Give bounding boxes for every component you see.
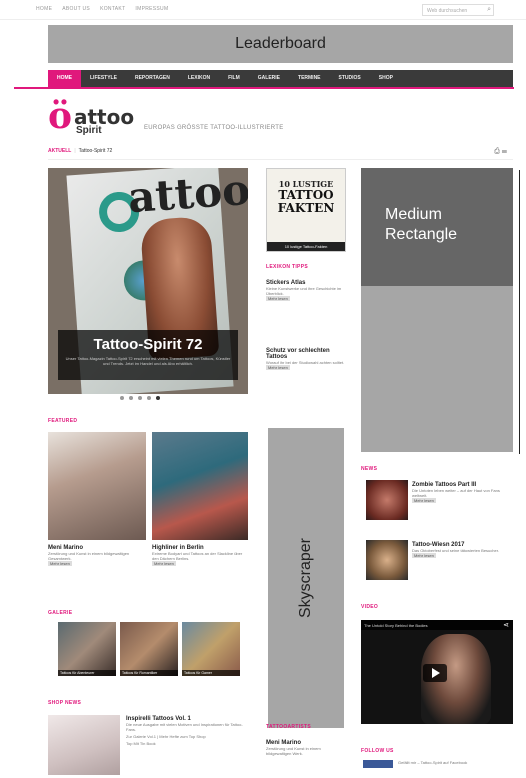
fun-facts-word2: FAKTEN — [277, 201, 335, 215]
nav-item-shop[interactable]: SHOP — [370, 70, 402, 87]
facebook-like-button[interactable] — [363, 760, 393, 768]
card-image-highliner[interactable] — [152, 432, 248, 540]
share-icon[interactable]: ⋖ — [503, 621, 509, 629]
slide-title[interactable]: Tattoo-Spirit 72 — [58, 336, 238, 353]
logo-mark: ö — [48, 95, 73, 137]
slider-dots — [120, 396, 160, 400]
read-more-button[interactable]: Mehr lesen — [48, 561, 146, 566]
video-player[interactable]: The Untold Story Behind the Bodies ⋖ — [361, 620, 513, 724]
video-title[interactable]: The Untold Story Behind the Bodies — [364, 623, 428, 628]
section-title-shop: SHOP NEWS — [48, 700, 82, 706]
top-links: HOME ABOUT US KONTAKT IMPRESSUM — [36, 6, 168, 12]
gallery-thumb[interactable]: Tattoos für Abenteurer — [58, 622, 116, 676]
site-tagline: EUROPAS GRÖSSTE TATTOO-ILLUSTRIERTE — [144, 125, 284, 131]
search-placeholder: Web durchsuchen — [427, 8, 468, 14]
top-link-imprint[interactable]: IMPRESSUM — [135, 6, 168, 12]
read-more-button[interactable]: Mehr lesen — [412, 498, 512, 503]
shop-link-extra[interactable]: Top Mit Tin Book — [126, 741, 246, 746]
nav-item-studios[interactable]: STUDIOS — [330, 70, 370, 87]
slider-dot[interactable] — [120, 396, 124, 400]
logo-sub: Spirit — [76, 125, 102, 136]
top-link-contact[interactable]: KONTAKT — [100, 6, 125, 12]
featured-slider[interactable]: attoo Tattoo-Spirit 72 Unser Tattoo-Maga… — [48, 168, 248, 394]
slider-dot[interactable] — [138, 396, 142, 400]
shop-links[interactable]: Zur Galerie Vol.1 | Mehr Hefte zum Top S… — [126, 734, 246, 739]
shop-desc: Die neue Ausgabe mit vielen Motiven und … — [126, 722, 243, 732]
leaderboard-ad[interactable]: Leaderboard — [48, 25, 513, 63]
read-more-button[interactable]: Mehr lesen — [152, 561, 248, 566]
card-desc: Zerstörung und Kunst in einem bildgewalt… — [48, 551, 130, 561]
news-thumb-wiesn[interactable] — [366, 540, 408, 580]
card-desc: Extreme Bodyart und Tattoos an der Slack… — [152, 551, 243, 561]
gallery-thumb[interactable]: Tattoos für Romantiker — [120, 622, 178, 676]
nav-accent-line — [14, 87, 514, 89]
gallery-thumb-label: Tattoos für Romantiker — [120, 670, 178, 676]
news-desc: Die Untoten leben weiter – auf der Haut … — [412, 488, 500, 498]
slide-description: Unser Tattoo-Magazin Tattoo-Spirit 72 er… — [65, 356, 231, 366]
news-thumb-zombie[interactable] — [366, 480, 408, 520]
video-title-bar: The Untold Story Behind the Bodies ⋖ — [361, 620, 513, 630]
search-icon[interactable]: ⌕ — [487, 6, 491, 14]
article-desc: Kleine Kunstwerke und ihre Geschichte im… — [266, 286, 342, 296]
section-title-featured: FEATURED — [48, 418, 78, 424]
site-logo[interactable]: ö attoo Spirit — [48, 95, 158, 137]
cover-title: attoo — [126, 168, 248, 223]
read-more-button[interactable]: Mehr lesen — [412, 553, 512, 558]
section-title-video: VIDEO — [361, 604, 379, 610]
print-icon[interactable]: ⎙ — [494, 148, 500, 155]
read-more-button[interactable]: Mehr lesen — [266, 365, 346, 370]
gallery-thumb-label: Tattoos für Abenteurer — [58, 670, 116, 676]
section-title-gallery: GALERIE — [48, 610, 73, 616]
skyscraper-label: Skyscraper — [297, 537, 314, 619]
shop-book-image[interactable] — [48, 715, 120, 775]
slider-dot[interactable] — [147, 396, 151, 400]
section-title-news: NEWS — [361, 466, 378, 472]
slider-dot-active[interactable] — [156, 396, 160, 400]
nav-item-lexikon[interactable]: LEXIKON — [179, 70, 219, 87]
read-more-button[interactable]: Mehr lesen — [266, 296, 346, 301]
section-title-lexikon: LEXIKON TIPPS — [266, 264, 308, 270]
play-icon[interactable] — [423, 664, 447, 682]
gallery-thumb-label: Tattoos für Gamer — [182, 670, 240, 676]
nav-item-reportagen[interactable]: REPORTAGEN — [126, 70, 179, 87]
top-link-about[interactable]: ABOUT US — [62, 6, 90, 12]
top-link-home[interactable]: HOME — [36, 6, 52, 12]
medium-rectangle-label: Medium Rectangle — [385, 206, 458, 243]
gallery-thumb[interactable]: Tattoos für Gamer — [182, 622, 240, 676]
skyscraper-ad[interactable]: Skyscraper — [268, 428, 344, 728]
leaderboard-label: Leaderboard — [235, 35, 326, 52]
main-nav: HOME LIFESTYLE REPORTAGEN LEXIKON FILM G… — [48, 70, 513, 87]
breadcrumb: AKTUELL | Tattoo-Spirit 72 ⎙ ☰ — [48, 148, 513, 160]
follow-text: Gefällt mir – Tattoo-Spirit auf Facebook — [398, 760, 468, 765]
rss-icon[interactable]: ☰ — [502, 148, 507, 155]
section-title-artists: TATTOOARTISTS — [266, 724, 312, 730]
nav-item-termine[interactable]: TERMINE — [289, 70, 330, 87]
breadcrumb-separator: | — [74, 148, 76, 154]
card-image-meni-marino[interactable] — [48, 432, 146, 540]
fun-facts-caption: 10 lustige Tattoo-Fakten — [267, 242, 345, 251]
article-desc: Zerstörung und Kunst in einem bildgewalt… — [266, 746, 321, 756]
fun-facts-ad[interactable]: 10 LUSTIGE TATTOO FAKTEN 10 lustige Tatt… — [266, 168, 346, 252]
nav-item-film[interactable]: FILM — [219, 70, 249, 87]
nav-item-galerie[interactable]: GALERIE — [249, 70, 289, 87]
dimension-line — [519, 170, 520, 454]
nav-item-lifestyle[interactable]: LIFESTYLE — [81, 70, 126, 87]
breadcrumb-current: Tattoo-Spirit 72 — [78, 148, 113, 154]
slider-dot[interactable] — [129, 396, 133, 400]
slide-caption[interactable]: Tattoo-Spirit 72 Unser Tattoo-Magazin Ta… — [58, 330, 238, 380]
search-input[interactable]: Web durchsuchen ⌕ — [422, 4, 494, 16]
section-title-follow: FOLLOW US — [361, 748, 394, 754]
article-title[interactable]: Schutz vor schlechten Tattoos — [266, 348, 346, 360]
breadcrumb-section[interactable]: AKTUELL — [48, 148, 71, 154]
nav-item-home[interactable]: HOME — [48, 70, 81, 87]
